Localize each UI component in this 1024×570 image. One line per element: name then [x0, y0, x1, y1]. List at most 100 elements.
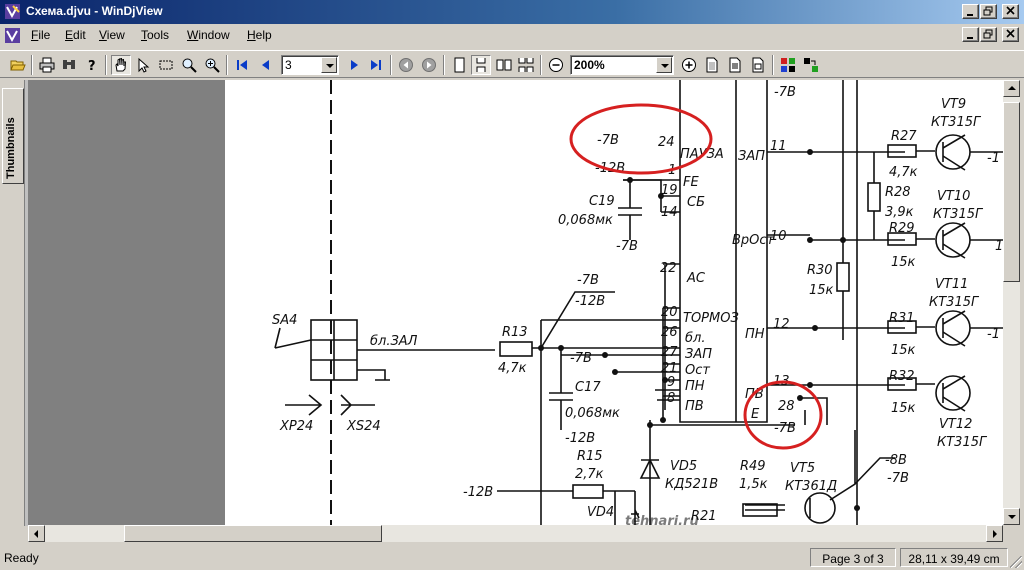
- label-minus12-a: -12В: [575, 294, 605, 309]
- page-icon: [706, 57, 718, 73]
- document-view[interactable]: SA4 XP24 XS24 бл.ЗАЛ R13 4,7к -7В -12В -…: [28, 80, 1003, 525]
- forward-button[interactable]: [419, 55, 439, 75]
- label-r32-val: 15к: [891, 401, 916, 416]
- document-icon[interactable]: [4, 27, 21, 44]
- label-minus7-circled: -7В: [597, 133, 619, 148]
- label-minus7-a: -7В: [577, 273, 599, 288]
- menu-view[interactable]: View: [99, 28, 125, 42]
- label-r28-val: 3,9к: [885, 205, 914, 220]
- status-page-panel: Page 3 of 3: [810, 548, 896, 567]
- close-button[interactable]: [1002, 4, 1019, 19]
- scroll-up-button[interactable]: [1003, 80, 1020, 97]
- zoom-out-button[interactable]: [546, 55, 566, 75]
- single-page-button[interactable]: [449, 55, 469, 75]
- scroll-left-button[interactable]: [28, 525, 45, 542]
- label-pin12: 12: [773, 317, 790, 332]
- back-button[interactable]: [396, 55, 416, 75]
- prev-page-icon: [262, 60, 269, 70]
- color-mode-button[interactable]: [778, 55, 798, 75]
- doc-restore-button[interactable]: [980, 27, 997, 42]
- print-icon: [39, 57, 55, 73]
- hand-icon: [115, 57, 127, 72]
- zoom-value: 200%: [574, 58, 605, 72]
- menu-bar: File Edit View Tools Window Help: [0, 24, 1024, 46]
- toolbar-separator: [390, 55, 392, 75]
- zoom-combo[interactable]: 200%: [570, 55, 674, 75]
- fit-page-button[interactable]: [702, 55, 722, 75]
- last-page-button[interactable]: [366, 55, 386, 75]
- open-button[interactable]: [8, 55, 28, 75]
- label-xs24: XS24: [346, 419, 381, 434]
- facing-icon: [496, 59, 512, 71]
- label-zap-r: ЗАП: [738, 149, 765, 164]
- restore-button[interactable]: [980, 4, 997, 19]
- label-minus12-d: -12В: [463, 485, 493, 500]
- label-minus7-e: -7В: [774, 85, 796, 100]
- find-button[interactable]: [59, 55, 79, 75]
- highlight-circle-pin24: [569, 103, 713, 175]
- continuous-button[interactable]: [471, 55, 491, 75]
- chevron-down-icon[interactable]: [321, 57, 337, 73]
- label-pin21: 21: [661, 361, 678, 376]
- fit-width-button[interactable]: [725, 55, 745, 75]
- vertical-scrollbar[interactable]: [1003, 80, 1020, 525]
- help-button[interactable]: ?: [82, 55, 102, 75]
- menu-help[interactable]: Help: [247, 28, 272, 42]
- label-vt5: VT5: [790, 461, 815, 476]
- label-r29: R29: [889, 221, 915, 236]
- vertical-scroll-thumb[interactable]: [1003, 102, 1020, 282]
- horizontal-scroll-thumb[interactable]: [124, 525, 382, 542]
- close-icon: [1006, 29, 1015, 38]
- toolbar-separator: [226, 55, 228, 75]
- label-pin27: 27: [661, 345, 678, 360]
- schematic-labels: SA4 XP24 XS24 бл.ЗАЛ R13 4,7к -7В -12В -…: [272, 85, 1003, 524]
- magnify-button[interactable]: [202, 55, 222, 75]
- zoom-rect-button[interactable]: [156, 55, 176, 75]
- menu-edit[interactable]: Edit: [65, 28, 86, 42]
- label-pn: ПН: [685, 379, 705, 394]
- menu-file[interactable]: File: [31, 28, 50, 42]
- prev-page-button[interactable]: [256, 55, 276, 75]
- label-r31: R31: [889, 311, 915, 326]
- window-title: Схема.djvu - WinDjView: [26, 4, 163, 18]
- first-page-button[interactable]: [232, 55, 252, 75]
- print-button[interactable]: [37, 55, 57, 75]
- label-vd5-type: КД521В: [665, 477, 718, 492]
- scroll-down-button[interactable]: [1003, 508, 1020, 525]
- label-r30-val: 15к: [809, 283, 834, 298]
- label-pin28: 28: [778, 399, 795, 414]
- label-minus1-a: -1: [987, 151, 1000, 166]
- doc-close-button[interactable]: [1002, 27, 1019, 42]
- page-number-combo[interactable]: 3: [281, 55, 339, 75]
- menu-tools[interactable]: Tools: [141, 28, 169, 42]
- zoom-tool-button[interactable]: [179, 55, 199, 75]
- next-page-button[interactable]: [344, 55, 364, 75]
- label-r13: R13: [502, 325, 528, 340]
- zoom-in-button[interactable]: [679, 55, 699, 75]
- resize-grip[interactable]: [1010, 556, 1022, 568]
- label-pin20: 20: [661, 305, 678, 320]
- chevron-down-icon[interactable]: [656, 57, 672, 73]
- minimize-button[interactable]: [962, 4, 979, 19]
- windjview-app-icon[interactable]: [4, 3, 21, 20]
- select-tool-button[interactable]: [134, 55, 154, 75]
- label-pin8: 8: [667, 391, 675, 406]
- horizontal-scrollbar[interactable]: [28, 525, 1003, 542]
- label-c19-val: 0,068мк: [558, 213, 613, 228]
- hand-tool-button[interactable]: [111, 55, 131, 75]
- menu-window[interactable]: Window: [187, 28, 230, 42]
- scroll-right-button[interactable]: [986, 525, 1003, 542]
- actual-size-button[interactable]: [748, 55, 768, 75]
- layout-button[interactable]: [801, 55, 821, 75]
- toolbar-separator: [105, 55, 107, 75]
- facing-button[interactable]: [494, 55, 514, 75]
- status-size-panel: 28,11 x 39,49 cm: [900, 548, 1008, 567]
- help-icon: ?: [88, 59, 96, 73]
- label-pin19: 19: [661, 183, 678, 198]
- doc-minimize-button[interactable]: [962, 27, 979, 42]
- thumbnails-tab[interactable]: Thumbnails: [2, 88, 24, 184]
- label-e: Е: [751, 407, 760, 422]
- toolbar-separator: [31, 55, 33, 75]
- continuous-facing-button[interactable]: [516, 55, 536, 75]
- label-r31-val: 15к: [891, 343, 916, 358]
